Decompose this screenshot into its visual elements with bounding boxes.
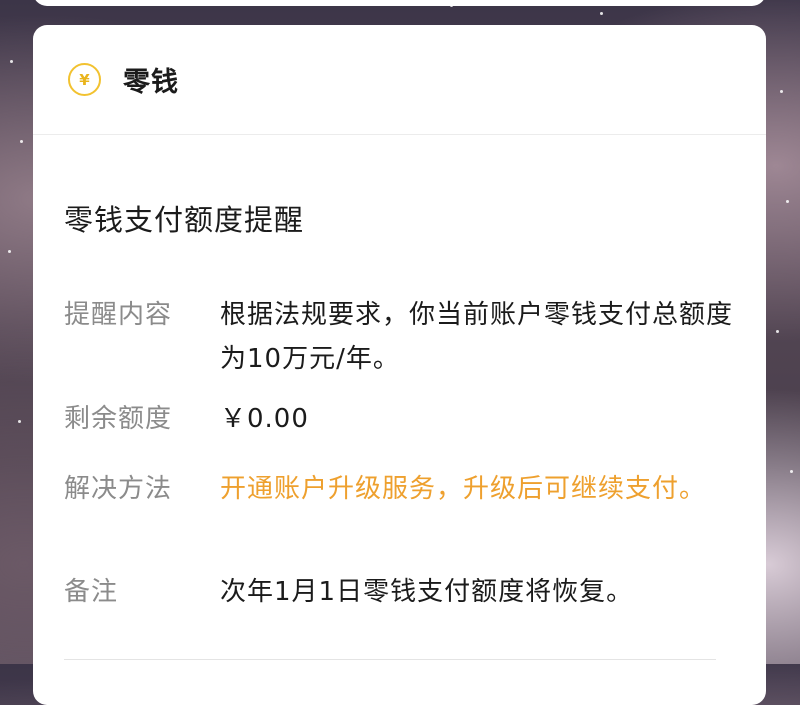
row-label: 备注	[64, 577, 119, 607]
row-value: 次年1月1日零钱支付额度将恢复。	[220, 577, 634, 607]
wallet-notice-card: ¥ 零钱 零钱支付额度提醒 提醒内容 根据法规要求，你当前账户零钱支付总额度为1…	[33, 25, 766, 705]
background-star	[18, 420, 21, 423]
row-value: 根据法规要求，你当前账户零钱支付总额度为10万元/年。	[220, 300, 734, 374]
background-star	[786, 200, 789, 203]
row-label: 剩余额度	[64, 404, 173, 434]
background-star	[20, 140, 23, 143]
background-star	[600, 12, 603, 15]
notice-title: 零钱支付额度提醒	[64, 203, 305, 237]
row-label: 提醒内容	[64, 300, 173, 330]
background-star	[8, 250, 11, 253]
previous-card	[33, 0, 766, 6]
background-star	[780, 90, 783, 93]
row-value: ￥0.00	[220, 404, 309, 434]
divider	[64, 659, 716, 660]
row-remarks: 备注 次年1月1日零钱支付额度将恢复。	[64, 570, 744, 614]
header-title: 零钱	[123, 67, 179, 98]
upgrade-account-link[interactable]: 开通账户升级服务，升级后可继续支付。	[220, 467, 744, 511]
card-header: ¥ 零钱	[33, 25, 766, 135]
row-solution: 解决方法 开通账户升级服务，升级后可继续支付。	[64, 467, 744, 511]
background-star	[10, 60, 13, 63]
row-reminder-content: 提醒内容 根据法规要求，你当前账户零钱支付总额度为10万元/年。	[64, 293, 744, 381]
background-star	[790, 470, 793, 473]
row-label: 解决方法	[64, 474, 173, 504]
background-star	[776, 330, 779, 333]
yuan-coin-icon: ¥	[68, 63, 101, 96]
row-remaining-quota: 剩余额度 ￥0.00	[64, 397, 744, 441]
